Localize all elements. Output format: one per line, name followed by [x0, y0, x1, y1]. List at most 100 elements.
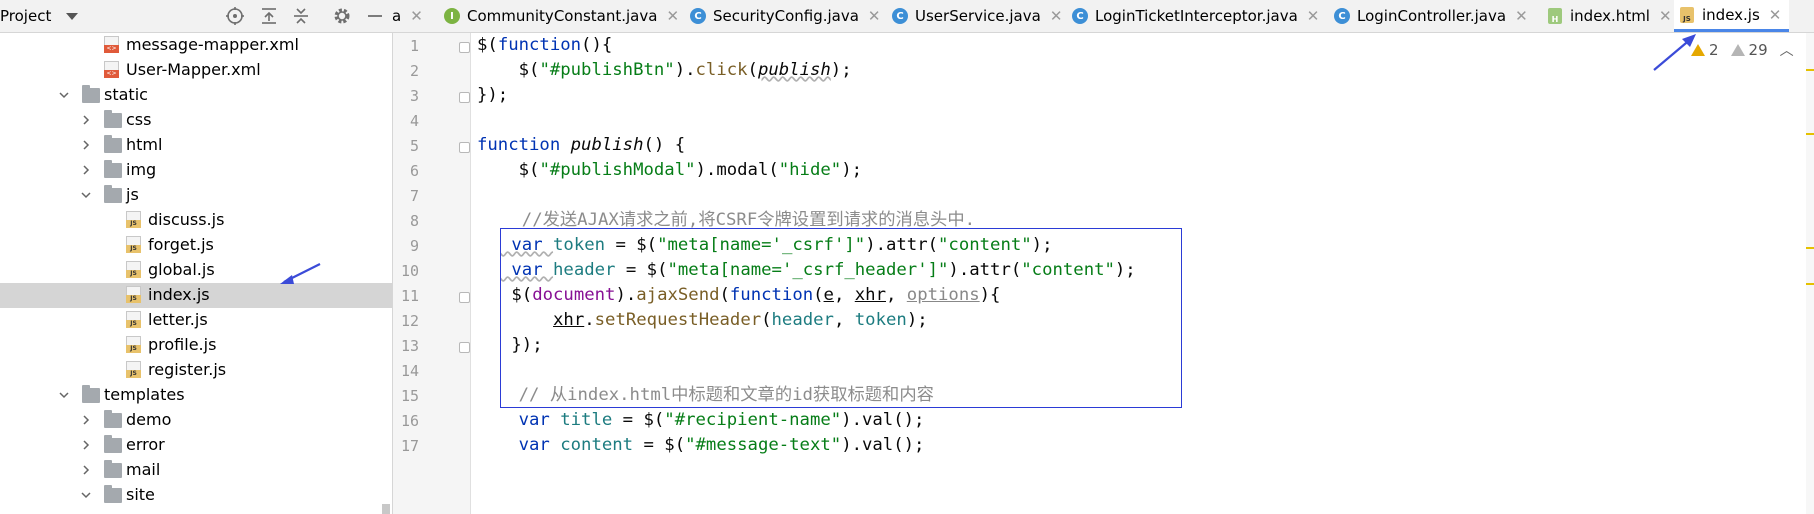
tree-item-label: mail [126, 460, 161, 479]
line-number: 13 [400, 337, 419, 355]
chevron-right-icon[interactable] [79, 462, 93, 476]
tree-item-label: global.js [148, 260, 215, 279]
close-icon[interactable]: ✕ [1769, 6, 1782, 24]
chevron-down-icon[interactable] [79, 487, 93, 501]
tree-item-profile-js[interactable]: profile.js [0, 333, 392, 358]
xml-file-icon [104, 61, 119, 78]
tree-item-index-js[interactable]: index.js [0, 283, 392, 308]
tree-item-html[interactable]: html [0, 133, 392, 158]
tree-item-label: profile.js [148, 335, 217, 354]
minimize-icon[interactable] [364, 5, 386, 27]
tree-item-mail[interactable]: mail [0, 458, 392, 483]
tree-item-site[interactable]: site [0, 483, 392, 508]
tree-item-label: static [104, 85, 148, 104]
collapse-all-icon[interactable] [290, 5, 312, 27]
line-number: 8 [409, 212, 419, 230]
tree-item-user-mapper[interactable]: User-Mapper.xml [0, 58, 392, 83]
folder-icon [104, 460, 122, 478]
locate-file-icon[interactable] [224, 5, 246, 27]
gear-icon[interactable] [331, 5, 353, 27]
fold-marker[interactable] [459, 142, 470, 153]
chevron-down-icon[interactable] [57, 87, 71, 101]
tab-security-config[interactable]: C SecurityConfig.java ✕ [690, 0, 881, 32]
error-stripe[interactable] [1806, 33, 1814, 514]
js-file-icon [126, 361, 141, 378]
stripe-mark[interactable] [1806, 247, 1814, 249]
code-line-10: var header = $("meta[name='_csrf_header'… [501, 260, 1136, 280]
class-icon: C [892, 8, 908, 24]
close-icon[interactable]: ✕ [1050, 7, 1063, 25]
line-number: 2 [409, 62, 419, 80]
tree-item-demo[interactable]: demo [0, 408, 392, 433]
stripe-mark[interactable] [1806, 133, 1814, 135]
tree-item-templates[interactable]: templates [0, 383, 392, 408]
js-file-icon [126, 261, 141, 278]
scrollbar[interactable] [382, 504, 390, 514]
inspection-widget[interactable]: 2 29 ︿ [1691, 39, 1794, 61]
chevron-down-icon[interactable] [66, 13, 78, 20]
fold-marker[interactable] [459, 292, 470, 303]
chevron-down-icon[interactable] [57, 387, 71, 401]
project-view-title[interactable]: Project [0, 7, 51, 25]
close-icon[interactable]: ✕ [868, 7, 881, 25]
tab-login-controller[interactable]: C LoginController.java ✕ [1334, 0, 1528, 32]
fold-marker[interactable] [459, 92, 470, 103]
tree-item-register-js[interactable]: register.js [0, 358, 392, 383]
code-line-11: $(document).ajaxSend(function(e, xhr, op… [501, 285, 1001, 305]
chevron-right-icon[interactable] [79, 112, 93, 126]
tree-item-global-js[interactable]: global.js [0, 258, 392, 283]
line-number: 14 [400, 362, 419, 380]
close-icon[interactable]: ✕ [410, 7, 423, 25]
tab-login-ticket-interceptor[interactable]: C LoginTicketInterceptor.java ✕ [1072, 0, 1319, 32]
fold-marker[interactable] [459, 342, 470, 353]
tree-item-label: templates [104, 385, 185, 404]
stripe-mark[interactable] [1806, 283, 1814, 285]
tree-item-label: site [126, 485, 155, 504]
code-line-12: xhr.setRequestHeader(header, token); [553, 310, 928, 330]
tree-item-js[interactable]: js [0, 183, 392, 208]
code-editor[interactable]: $(function(){ $("#publishBtn").click(pub… [471, 33, 1814, 514]
tree-item-css[interactable]: css [0, 108, 392, 133]
close-icon[interactable]: ✕ [666, 7, 679, 25]
stripe-mark[interactable] [1806, 69, 1814, 71]
html-file-icon [1548, 8, 1562, 24]
tree-item-static[interactable]: static [0, 83, 392, 108]
chevron-right-icon[interactable] [79, 162, 93, 176]
tab-truncated[interactable]: a ✕ [392, 0, 423, 32]
tree-item-forget-js[interactable]: forget.js [0, 233, 392, 258]
warning-count: 2 [1709, 41, 1719, 59]
tab-index-html[interactable]: index.html ✕ [1548, 0, 1672, 32]
expand-all-icon[interactable] [258, 5, 280, 27]
js-file-icon [126, 211, 141, 228]
tab-index-js[interactable]: index.js ✕ [1674, 0, 1790, 32]
line-number: 12 [400, 312, 419, 330]
code-line-9: var token = $("meta[name='_csrf']").attr… [501, 235, 1053, 255]
chevron-right-icon[interactable] [79, 412, 93, 426]
folder-icon [104, 410, 122, 428]
folder-icon [104, 485, 122, 503]
close-icon[interactable]: ✕ [1307, 7, 1320, 25]
xml-file-icon [104, 36, 119, 53]
chevron-right-icon[interactable] [79, 437, 93, 451]
chevron-up-icon[interactable]: ︿ [1780, 40, 1794, 60]
close-icon[interactable]: ✕ [1659, 7, 1672, 25]
code-line-8: //发送AJAX请求之前,将CSRF令牌设置到请求的消息头中. [501, 210, 976, 230]
tree-item-letter-js[interactable]: letter.js [0, 308, 392, 333]
chevron-down-icon[interactable] [79, 187, 93, 201]
close-icon[interactable]: ✕ [1515, 7, 1528, 25]
tab-community-constant[interactable]: I CommunityConstant.java ✕ [444, 0, 679, 32]
tree-item-label: register.js [148, 360, 227, 379]
folder-icon [82, 85, 100, 103]
tab-label: UserService.java [915, 7, 1041, 25]
tree-item-error[interactable]: error [0, 433, 392, 458]
line-number: 4 [409, 112, 419, 130]
tree-item-label: js [126, 185, 139, 204]
tree-item-message-mapper[interactable]: message-mapper.xml [0, 33, 392, 58]
line-number: 15 [400, 387, 419, 405]
tree-item-img[interactable]: img [0, 158, 392, 183]
fold-marker[interactable] [459, 42, 470, 53]
tree-item-discuss-js[interactable]: discuss.js [0, 208, 392, 233]
tab-user-service[interactable]: C UserService.java ✕ [892, 0, 1062, 32]
code-line-1: $(function(){ [477, 35, 613, 55]
chevron-right-icon[interactable] [79, 137, 93, 151]
